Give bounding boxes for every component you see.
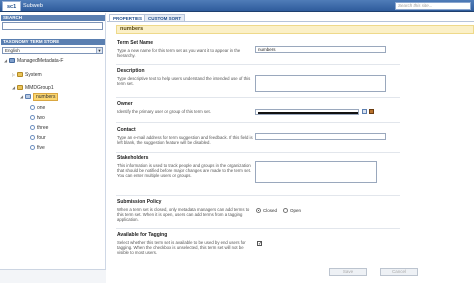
term-icon <box>30 125 35 131</box>
section-description-text: This information is used to track people… <box>117 163 251 178</box>
section-heading: Description <box>117 68 145 74</box>
term-store-header: TAXONOMY TERM STORE <box>1 39 105 45</box>
tab-divider <box>107 21 474 22</box>
tree-term-label: four <box>37 135 46 141</box>
section-description: Type a new name for this term set as you… <box>117 48 241 58</box>
redacted-owner <box>258 112 358 114</box>
term-set-icon <box>25 94 31 100</box>
section-heading: Contact <box>117 127 136 133</box>
section-description-text: When a term set is closed, only metadata… <box>117 207 250 222</box>
stakeholders-picker[interactable] <box>255 161 377 183</box>
check-names-icon[interactable] <box>362 109 367 114</box>
tab-subweb[interactable]: Subweb <box>19 1 47 11</box>
radio-closed-label: Closed <box>263 208 278 213</box>
section-heading: Available for Tagging <box>117 232 168 238</box>
term-icon <box>30 105 35 111</box>
divider <box>116 97 400 98</box>
divider <box>116 195 400 196</box>
folder-icon <box>17 72 23 78</box>
chevron-down-icon: ▼ <box>96 48 102 53</box>
radio-closed[interactable]: Closed <box>256 208 277 214</box>
divider <box>116 152 400 153</box>
term-set-title: numbers <box>120 26 144 32</box>
owner-people-picker[interactable] <box>255 109 359 115</box>
divider <box>116 64 400 65</box>
section-owner: Owner Identify the primary user or group… <box>117 101 255 114</box>
radio-open-label: Open <box>290 208 302 213</box>
section-description: Description Type descriptive text to hel… <box>117 68 255 86</box>
section-stakeholders: Stakeholders This information is used to… <box>117 155 255 178</box>
section-description-text: Type descriptive text to help users unde… <box>117 76 251 86</box>
tree-item-termset[interactable]: ◢ numbers <box>20 93 59 101</box>
tree-root-label: ManagedMetadata-F <box>17 58 64 64</box>
section-contact: Contact Type an e-mail address for term … <box>117 127 255 145</box>
left-pane-footer <box>0 269 106 283</box>
section-description-text: Select whether this term set is availabl… <box>117 240 246 255</box>
divider <box>116 228 400 229</box>
tree-term[interactable]: three <box>30 124 48 132</box>
site-search-input[interactable]: Search this site... <box>395 2 471 10</box>
section-description-text: Type an e-mail address for term suggesti… <box>117 135 253 145</box>
cancel-button[interactable]: Cancel <box>380 268 418 276</box>
top-bar: sc1 Subweb Search this site... <box>0 0 474 12</box>
divider <box>116 122 400 123</box>
tree-term-label: three <box>37 125 49 131</box>
description-textarea[interactable] <box>255 75 386 92</box>
radio-closed-button[interactable] <box>256 208 261 214</box>
tree-item-label: MMDGroup1 <box>25 85 54 91</box>
save-button[interactable]: Save <box>329 268 367 276</box>
tree-item-system[interactable]: ▷ System <box>12 71 42 79</box>
radio-open[interactable]: Open <box>283 208 301 214</box>
section-term-set-name: Term Set Name Type a new name for this t… <box>117 40 255 58</box>
browse-address-book-icon[interactable] <box>369 109 374 114</box>
term-set-name-input[interactable]: numbers <box>255 46 386 53</box>
tree-term[interactable]: five <box>30 144 45 152</box>
tree-term-label: one <box>37 105 46 111</box>
section-heading: Term Set Name <box>117 40 154 46</box>
tree-term-label: two <box>37 115 45 121</box>
tree-item-group[interactable]: ◢ MMDGroup1 <box>12 84 54 92</box>
section-description-text: Identify the primary user or group of th… <box>117 109 211 114</box>
term-set-name-value: numbers <box>258 47 276 52</box>
term-icon <box>30 145 35 151</box>
tree-term-label: five <box>37 145 45 151</box>
section-available-for-tagging: Available for Tagging Select whether thi… <box>117 232 255 255</box>
term-icon <box>30 115 35 121</box>
term-set-title-bar: numbers <box>116 25 474 34</box>
tree-item-label: System <box>25 72 42 78</box>
language-select[interactable]: English ▼ <box>2 47 103 54</box>
contact-email-input[interactable] <box>255 133 386 140</box>
tree-term[interactable]: two <box>30 114 45 122</box>
section-heading: Owner <box>117 101 133 107</box>
tree-item-label: numbers <box>33 93 59 101</box>
tree-root[interactable]: ◢ ManagedMetadata-F <box>4 57 63 65</box>
section-submission-policy: Submission Policy When a term set is clo… <box>117 199 255 222</box>
available-for-tagging-checkbox[interactable]: ✓ <box>257 241 262 247</box>
language-value: English <box>5 48 20 53</box>
tree-term[interactable]: one <box>30 104 45 112</box>
tree-term[interactable]: four <box>30 134 46 142</box>
term-icon <box>30 135 35 141</box>
section-heading: Submission Policy <box>117 199 162 205</box>
section-heading: Stakeholders <box>117 155 149 161</box>
radio-open-button[interactable] <box>283 208 288 214</box>
search-header: SEARCH <box>1 15 105 21</box>
term-store-icon <box>9 58 15 64</box>
folder-icon <box>17 85 23 91</box>
search-term-input[interactable] <box>2 22 103 30</box>
properties-pane: PROPERTIES CUSTOM SORT numbers Term Set … <box>107 13 474 283</box>
left-pane: SEARCH TAXONOMY TERM STORE English ▼ ◢ Ma… <box>0 13 106 283</box>
